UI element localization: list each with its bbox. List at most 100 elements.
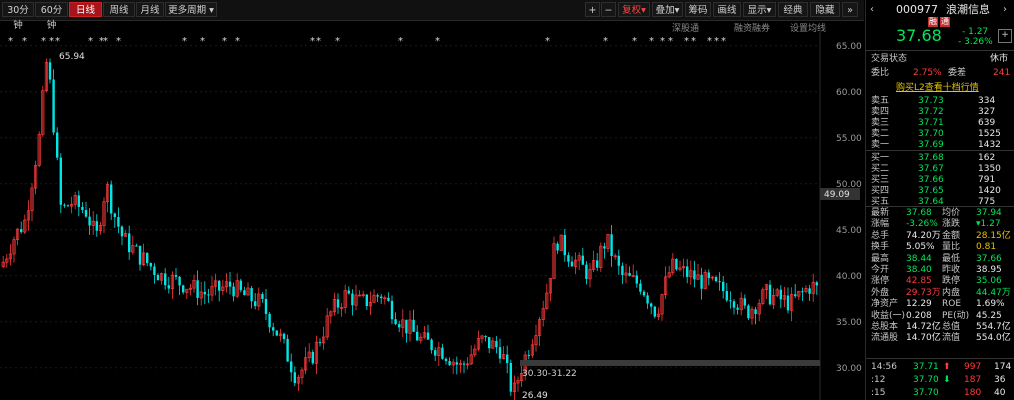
event-marker[interactable]: * xyxy=(235,36,240,47)
candle-body xyxy=(351,293,354,306)
ask-price: 37.70 xyxy=(918,129,944,139)
stat-label: 涨跌 xyxy=(942,219,961,230)
chips-button[interactable]: 筹码 xyxy=(685,2,711,17)
last-price: 37.68 xyxy=(896,26,942,45)
event-marker[interactable]: * xyxy=(684,36,689,47)
event-marker[interactable]: * xyxy=(22,36,27,47)
event-marker[interactable]: * xyxy=(603,36,608,47)
stat-label: 均价 xyxy=(942,208,961,218)
stat-value: 5.05% xyxy=(906,242,935,253)
event-marker[interactable]: * xyxy=(55,36,60,47)
ask-volume: 327 xyxy=(978,107,996,117)
event-marker[interactable]: * xyxy=(335,36,340,47)
collapse-chevrons-icon[interactable]: » xyxy=(842,2,858,17)
period-60min-tab[interactable]: 60分钟 xyxy=(35,2,68,31)
candles xyxy=(1,58,818,400)
event-marker[interactable]: * xyxy=(310,36,315,47)
candle-body xyxy=(416,331,419,341)
event-marker[interactable]: * xyxy=(8,36,13,47)
candle-body xyxy=(585,264,588,279)
candle-body xyxy=(264,298,268,314)
back-chevron-icon[interactable]: ‹ xyxy=(870,4,874,15)
stat-label: 最高 xyxy=(871,253,890,264)
price-axis-label: 45.00 xyxy=(836,226,862,236)
candle-body xyxy=(239,280,242,291)
event-marker[interactable]: * xyxy=(691,36,696,47)
candle-body xyxy=(815,282,818,286)
candle-body xyxy=(128,233,131,253)
stat-label: ROE xyxy=(942,299,962,310)
zoom-out-button[interactable]: − xyxy=(601,2,616,17)
period-daily-tab[interactable]: 日线 xyxy=(69,2,102,17)
candle-body xyxy=(527,354,530,356)
event-marker[interactable]: * xyxy=(714,36,719,47)
hide-button[interactable]: 隐藏 xyxy=(810,2,840,17)
fuquan-dropdown[interactable]: 复权▾ xyxy=(618,2,650,17)
candle-body xyxy=(441,347,444,359)
event-marker[interactable]: * xyxy=(200,36,205,47)
l2-upgrade-link[interactable]: 购买L2查看十档行情 xyxy=(896,83,979,94)
event-marker[interactable]: * xyxy=(721,36,726,47)
event-marker[interactable]: * xyxy=(707,36,712,47)
event-marker[interactable]: * xyxy=(41,36,46,47)
display-label: 显示 xyxy=(747,5,767,16)
more-periods-dropdown[interactable]: 更多周期 ▾ xyxy=(165,2,217,17)
stat-label: 跌停 xyxy=(942,276,961,287)
price-change-pct: - 3.26% xyxy=(958,37,993,47)
candlestick-chart[interactable]: * * * * * * * * * * * * * * * * * * * * * * * * * * * * * 65.0060.00… xyxy=(0,32,864,400)
candle-body xyxy=(434,350,437,356)
period-weekly-tab[interactable]: 周线 xyxy=(103,2,135,17)
period-monthly-tab[interactable]: 月线 xyxy=(136,2,164,17)
candle-body xyxy=(387,297,390,301)
event-marker[interactable]: * xyxy=(660,36,665,47)
candle-body xyxy=(570,261,574,267)
event-marker[interactable]: * xyxy=(649,36,654,47)
candle-body xyxy=(725,291,728,301)
event-marker[interactable]: * xyxy=(222,36,227,47)
candle-body xyxy=(768,284,772,305)
stat-label: 总值 xyxy=(942,322,961,332)
zoom-in-button[interactable]: + xyxy=(585,2,600,17)
event-marker[interactable]: * xyxy=(116,36,121,47)
candle-body xyxy=(380,296,383,299)
candle-body xyxy=(398,324,401,328)
bid-level-label: 买三 xyxy=(871,175,890,185)
stat-label: 流值 xyxy=(942,333,961,344)
event-marker[interactable]: * xyxy=(103,36,108,47)
trade-status-value: 休市 xyxy=(990,54,1009,64)
event-marker[interactable]: * xyxy=(545,36,550,47)
event-marker[interactable]: * xyxy=(88,36,93,47)
candle-body xyxy=(203,291,206,295)
bid-ratio-value: 2.75% xyxy=(913,68,942,78)
add-watchlist-button[interactable]: + xyxy=(998,29,1012,43)
candle-body xyxy=(146,252,149,264)
event-marker[interactable]: * xyxy=(398,36,403,47)
candle-body xyxy=(174,275,178,277)
event-marker[interactable]: * xyxy=(49,36,54,47)
candle-body xyxy=(290,361,293,373)
stat-value: 45.25 xyxy=(976,310,1002,321)
draw-line-button[interactable]: 画线 xyxy=(713,2,741,17)
event-marker[interactable]: * xyxy=(668,36,673,47)
display-dropdown[interactable]: 显示▾ xyxy=(743,2,776,17)
classic-button[interactable]: 经典 xyxy=(778,2,808,17)
event-marker[interactable]: * xyxy=(632,36,637,47)
event-marker[interactable]: * xyxy=(182,36,187,47)
ask-volume: 334 xyxy=(978,96,996,106)
candle-body xyxy=(376,295,379,297)
candle-body xyxy=(120,226,124,237)
forward-chevron-icon[interactable]: › xyxy=(1003,4,1007,15)
stat-label: PE(动) xyxy=(942,310,970,321)
candle-body xyxy=(254,301,257,307)
event-marker[interactable]: * xyxy=(435,36,440,47)
ask-price: 37.73 xyxy=(918,96,944,106)
candle-body xyxy=(455,362,458,365)
bid-price: 37.66 xyxy=(918,175,944,185)
event-marker[interactable]: * xyxy=(316,36,321,47)
candle-body xyxy=(228,281,232,287)
period-30min-tab[interactable]: 30分钟 xyxy=(2,2,34,31)
candle-body xyxy=(84,210,88,217)
overlay-dropdown[interactable]: 叠加▾ xyxy=(652,2,683,17)
tick-volume: 180 xyxy=(964,388,982,398)
bid-volume: 162 xyxy=(978,153,996,163)
